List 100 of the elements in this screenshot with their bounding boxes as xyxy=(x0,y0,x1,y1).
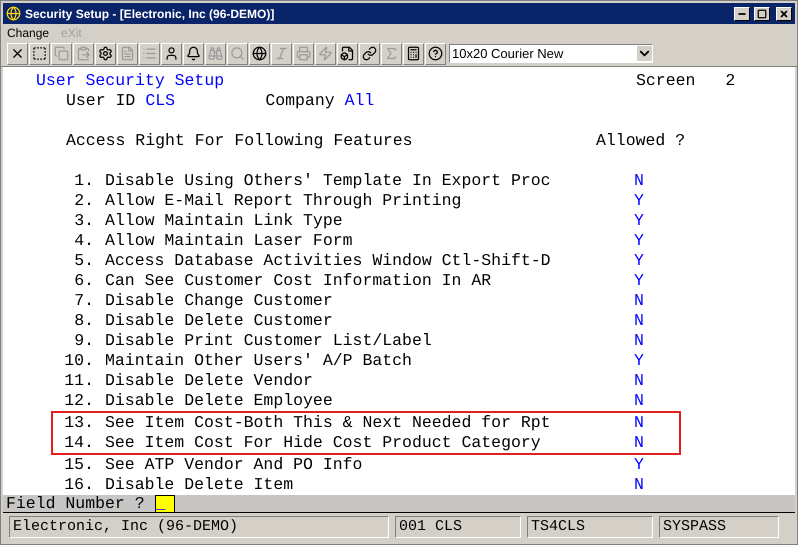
gear-button[interactable] xyxy=(95,42,116,64)
allowed-value[interactable]: N xyxy=(634,433,644,453)
menu-item[interactable]: Change xyxy=(7,24,50,42)
allowed-value[interactable]: N xyxy=(634,475,644,495)
item-number: 4. xyxy=(73,231,94,251)
screen-label: Screen xyxy=(636,71,696,91)
allowed-value[interactable]: Y xyxy=(634,351,644,371)
item-number: 9. xyxy=(73,331,94,351)
copy-icon xyxy=(54,46,69,61)
minimize-button[interactable] xyxy=(734,6,750,20)
item-number: 12. xyxy=(63,391,94,411)
feature-label: Disable Print Customer List/Label xyxy=(105,331,433,351)
document-icon xyxy=(120,46,135,61)
allowed-value[interactable]: Y xyxy=(634,231,644,251)
person-button[interactable] xyxy=(161,42,182,64)
feature-label: Access Database Activities Window Ctl-Shift-D xyxy=(105,251,552,271)
binoculars-icon xyxy=(208,46,223,61)
item-number: 13. xyxy=(63,413,94,433)
feature-label: Allow Maintain Link Type xyxy=(105,211,344,231)
feature-label: See Item Cost For Hide Cost Product Category xyxy=(105,433,542,453)
allowed-value[interactable]: N xyxy=(634,391,644,411)
printer-icon xyxy=(296,46,311,61)
person-icon xyxy=(164,46,179,61)
field-number-input[interactable]: _ xyxy=(154,494,175,512)
font-dropdown[interactable]: 10x20 Courier New xyxy=(449,44,653,63)
script-letter-icon xyxy=(274,46,289,61)
calculator-button[interactable] xyxy=(403,42,424,64)
dashed-square-icon xyxy=(32,46,47,61)
dashed-square-button[interactable] xyxy=(29,42,50,64)
close-icon xyxy=(10,46,25,61)
item-number: 3. xyxy=(73,211,94,231)
paste-button[interactable] xyxy=(73,42,94,64)
function-button[interactable] xyxy=(381,42,402,64)
allowed-value[interactable]: N xyxy=(634,311,644,331)
allowed-value[interactable]: N xyxy=(634,371,644,391)
status-pane: 001 CLS xyxy=(395,516,521,538)
item-number: 16. xyxy=(63,475,94,495)
function-icon xyxy=(384,46,399,61)
allowed-value[interactable]: Y xyxy=(634,211,644,231)
allowed-value[interactable]: N xyxy=(634,413,644,433)
close-icon xyxy=(779,8,789,18)
item-number: 6. xyxy=(73,271,94,291)
document-button[interactable] xyxy=(117,42,138,64)
close-button[interactable] xyxy=(776,6,792,20)
lightning-icon xyxy=(318,46,333,61)
bell-button[interactable] xyxy=(183,42,204,64)
screen-title: User Security Setup xyxy=(36,71,226,91)
item-number: 8. xyxy=(73,311,94,331)
list-icon xyxy=(142,46,157,61)
allowed-value[interactable]: Y xyxy=(634,271,644,291)
feature-label: See Item Cost-Both This & Next Needed for Rpt xyxy=(105,413,552,433)
feature-label: Disable Using Others' Template In Export Proc xyxy=(105,171,552,191)
item-number: 1. xyxy=(73,171,94,191)
calculator-icon xyxy=(406,46,421,61)
item-number: 7. xyxy=(73,291,94,311)
allowed-value[interactable]: N xyxy=(634,331,644,351)
help-button[interactable] xyxy=(425,42,446,64)
feature-label: Disable Delete Item xyxy=(105,475,294,495)
features-header: Access Right For Following Features xyxy=(66,131,414,151)
printer-button[interactable] xyxy=(293,42,314,64)
status-pane: SYSPASS xyxy=(659,516,779,538)
help-icon xyxy=(428,46,443,61)
allowed-value[interactable]: N xyxy=(634,171,644,191)
allowed-value[interactable]: Y xyxy=(634,191,644,211)
maximize-icon xyxy=(757,8,767,18)
bell-icon xyxy=(186,46,201,61)
chain-link-button[interactable] xyxy=(359,42,380,64)
user-id-value: CLS xyxy=(145,91,176,111)
maximize-button[interactable] xyxy=(754,6,770,20)
item-number: 2. xyxy=(73,191,94,211)
gear-icon xyxy=(98,46,113,61)
globe-button[interactable] xyxy=(249,42,270,64)
copy-button[interactable] xyxy=(51,42,72,64)
allowed-value[interactable]: Y xyxy=(634,455,644,475)
window-title: Security Setup - [Electronic, Inc (96-DEMO)] xyxy=(25,6,276,22)
app-icon xyxy=(6,6,21,21)
feature-label: Maintain Other Users' A/P Batch xyxy=(105,351,413,371)
feature-label: Allow E-Mail Report Through Printing xyxy=(105,191,462,211)
item-number: 5. xyxy=(73,251,94,271)
lightning-button[interactable] xyxy=(315,42,336,64)
feature-label: Can See Customer Cost Information In AR xyxy=(105,271,492,291)
company-label: Company xyxy=(265,91,335,111)
globe-icon xyxy=(252,46,267,61)
allowed-value[interactable]: Y xyxy=(634,251,644,271)
feature-label: Disable Delete Employee xyxy=(105,391,334,411)
prompt-label: Field Number ? xyxy=(6,494,145,514)
item-number: 10. xyxy=(63,351,94,371)
paste-icon xyxy=(76,46,91,61)
feature-label: Disable Delete Vendor xyxy=(105,371,314,391)
script-letter-button[interactable] xyxy=(271,42,292,64)
search-button[interactable] xyxy=(227,42,248,64)
allowed-value[interactable]: N xyxy=(634,291,644,311)
status-pane: TS4CLS xyxy=(527,516,653,538)
item-number: 15. xyxy=(63,455,94,475)
feature-label: Disable Delete Customer xyxy=(105,311,334,331)
list-button[interactable] xyxy=(139,42,160,64)
binoculars-button[interactable] xyxy=(205,42,226,64)
item-number: 14. xyxy=(63,433,94,453)
search-icon xyxy=(230,46,245,61)
close-button[interactable] xyxy=(7,42,28,64)
